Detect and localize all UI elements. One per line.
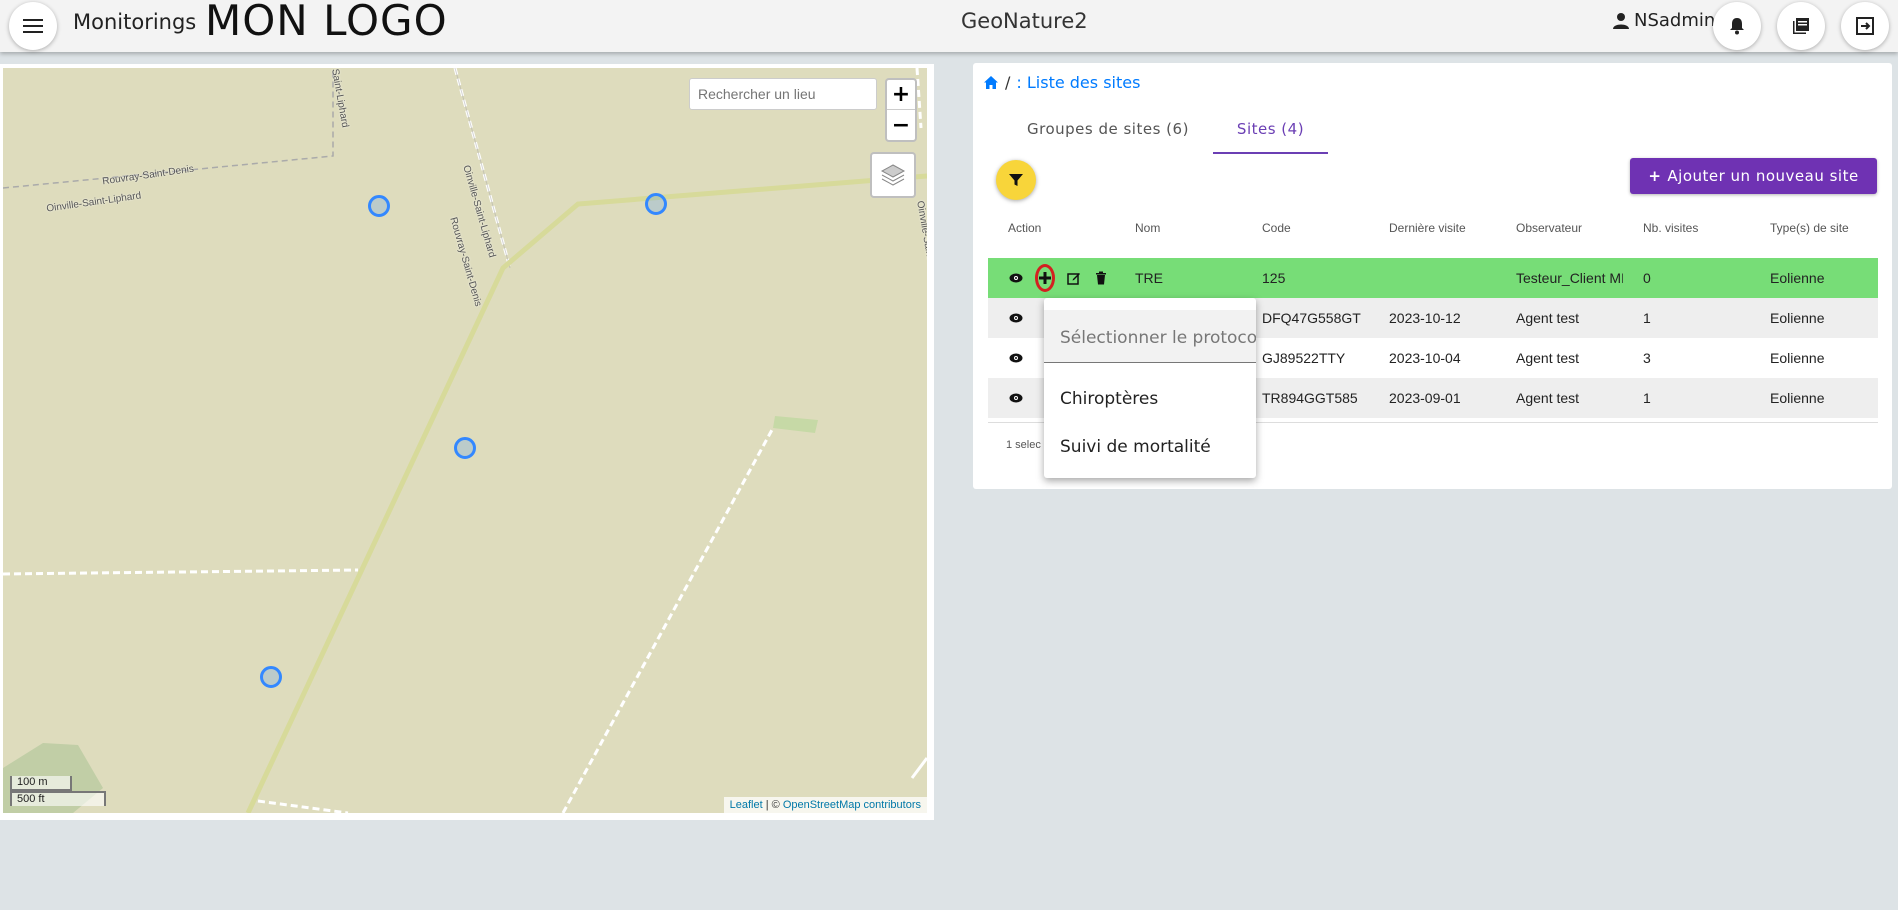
add-visit-icon[interactable] xyxy=(1035,264,1055,292)
layers-icon xyxy=(880,164,906,186)
breadcrumb-current[interactable]: : Liste des sites xyxy=(1016,73,1140,92)
zoom-out-button[interactable]: − xyxy=(887,110,915,140)
cell-date: 2023-10-04 xyxy=(1389,350,1461,366)
column-header[interactable]: Action xyxy=(988,221,1115,235)
cell-code: DFQ47G558GT xyxy=(1262,310,1361,326)
filter-icon xyxy=(1009,174,1023,186)
menu-icon xyxy=(23,19,43,33)
protocol-select-input[interactable]: Sélectionner le protocole xyxy=(1044,310,1256,363)
bell-icon xyxy=(1730,18,1744,35)
table-footer: 1 selec xyxy=(1006,439,1041,451)
cell-type: Eolienne xyxy=(1770,310,1825,326)
cell-date: 2023-09-01 xyxy=(1389,390,1461,406)
tabs: Groupes de sites (6) Sites (4) xyxy=(1003,110,1329,154)
column-header[interactable]: Type(s) de site xyxy=(1750,221,1877,235)
cell-code: 125 xyxy=(1262,270,1286,286)
protocol-dropdown: Sélectionner le protocole Chiroptères Su… xyxy=(1044,298,1256,478)
site-marker[interactable] xyxy=(645,193,667,215)
map[interactable]: Rouvray-Saint-Denis Oinville-Saint-Lipha… xyxy=(3,68,927,813)
filter-button[interactable] xyxy=(996,160,1036,200)
cell-observer: Agent test xyxy=(1516,310,1580,326)
table-row[interactable]: TRE 125 Testeur_Client MI 0 Eolienne xyxy=(988,258,1878,298)
app-title: GeoNature2 xyxy=(961,9,1088,33)
tab-sites[interactable]: Sites (4) xyxy=(1212,110,1329,154)
attribution-separator: | © xyxy=(762,799,783,811)
site-marker[interactable] xyxy=(368,195,390,217)
protocol-option[interactable]: Chiroptères xyxy=(1060,389,1158,409)
map-search-input[interactable] xyxy=(689,78,877,110)
view-icon[interactable] xyxy=(1008,310,1024,326)
edit-icon[interactable] xyxy=(1066,270,1082,286)
cell-type: Eolienne xyxy=(1770,270,1825,286)
zoom-control: + − xyxy=(885,78,917,142)
cell-observer: Agent test xyxy=(1516,350,1580,366)
user-icon xyxy=(1613,12,1629,29)
cell-nb-visits: 0 xyxy=(1643,270,1651,286)
map-scale: 100 m 500 ft xyxy=(10,776,106,806)
view-icon[interactable] xyxy=(1008,350,1024,366)
cell-type: Eolienne xyxy=(1770,350,1825,366)
cell-date: 2023-10-12 xyxy=(1389,310,1461,326)
menu-button[interactable] xyxy=(9,2,57,50)
logout-icon xyxy=(1856,17,1874,35)
layers-button[interactable] xyxy=(870,152,916,198)
add-site-button[interactable]: + Ajouter un nouveau site xyxy=(1630,158,1877,194)
cell-code: GJ89522TTY xyxy=(1262,350,1346,366)
add-site-label: Ajouter un nouveau site xyxy=(1667,167,1859,185)
cell-type: Eolienne xyxy=(1770,390,1825,406)
protocol-option[interactable]: Suivi de mortalité xyxy=(1060,437,1211,457)
breadcrumb-separator: / xyxy=(1005,73,1011,92)
cell-observer: Testeur_Client MI xyxy=(1516,270,1623,286)
map-attribution: Leaflet | © OpenStreetMap contributors xyxy=(723,797,927,813)
logout-button[interactable] xyxy=(1841,2,1889,50)
documentation-button[interactable] xyxy=(1777,2,1825,50)
delete-icon[interactable] xyxy=(1093,270,1109,286)
cell-code: TR894GGT585 xyxy=(1262,390,1358,406)
top-bar: Monitorings MON LOGO GeoNature2 NSadmin xyxy=(0,0,1898,52)
zoom-in-button[interactable]: + xyxy=(887,80,915,110)
notifications-button[interactable] xyxy=(1713,2,1761,50)
user-menu[interactable]: NSadmin xyxy=(1612,10,1715,31)
osm-link[interactable]: OpenStreetMap contributors xyxy=(783,799,921,811)
logo: MON LOGO xyxy=(205,0,448,45)
tab-site-groups[interactable]: Groupes de sites (6) xyxy=(1003,110,1213,154)
cell-nb-visits: 1 xyxy=(1643,310,1651,326)
cell-nb-visits: 3 xyxy=(1643,350,1651,366)
site-marker[interactable] xyxy=(260,666,282,688)
table-header: Action Nom Code Dernière visite Observat… xyxy=(988,208,1878,248)
column-header[interactable]: Dernière visite xyxy=(1369,221,1496,235)
scale-metric: 100 m xyxy=(10,776,72,791)
cell-nb-visits: 1 xyxy=(1643,390,1651,406)
row-actions xyxy=(988,264,1115,292)
view-icon[interactable] xyxy=(1008,270,1024,286)
site-marker[interactable] xyxy=(454,437,476,459)
scale-imperial: 500 ft xyxy=(10,791,106,806)
home-icon[interactable] xyxy=(983,75,999,90)
column-header[interactable]: Nom xyxy=(1115,221,1242,235)
breadcrumb: / : Liste des sites xyxy=(983,73,1140,92)
column-header[interactable]: Observateur xyxy=(1496,221,1623,235)
column-header[interactable]: Code xyxy=(1242,221,1369,235)
cell-nom: TRE xyxy=(1135,270,1163,286)
user-name: NSadmin xyxy=(1634,10,1716,31)
app-name: Monitorings xyxy=(73,10,197,34)
cell-observer: Agent test xyxy=(1516,390,1580,406)
view-icon[interactable] xyxy=(1008,390,1024,406)
plus-icon: + xyxy=(1648,167,1662,185)
book-icon xyxy=(1793,18,1809,34)
leaflet-link[interactable]: Leaflet xyxy=(730,799,763,811)
column-header[interactable]: Nb. visites xyxy=(1623,221,1750,235)
